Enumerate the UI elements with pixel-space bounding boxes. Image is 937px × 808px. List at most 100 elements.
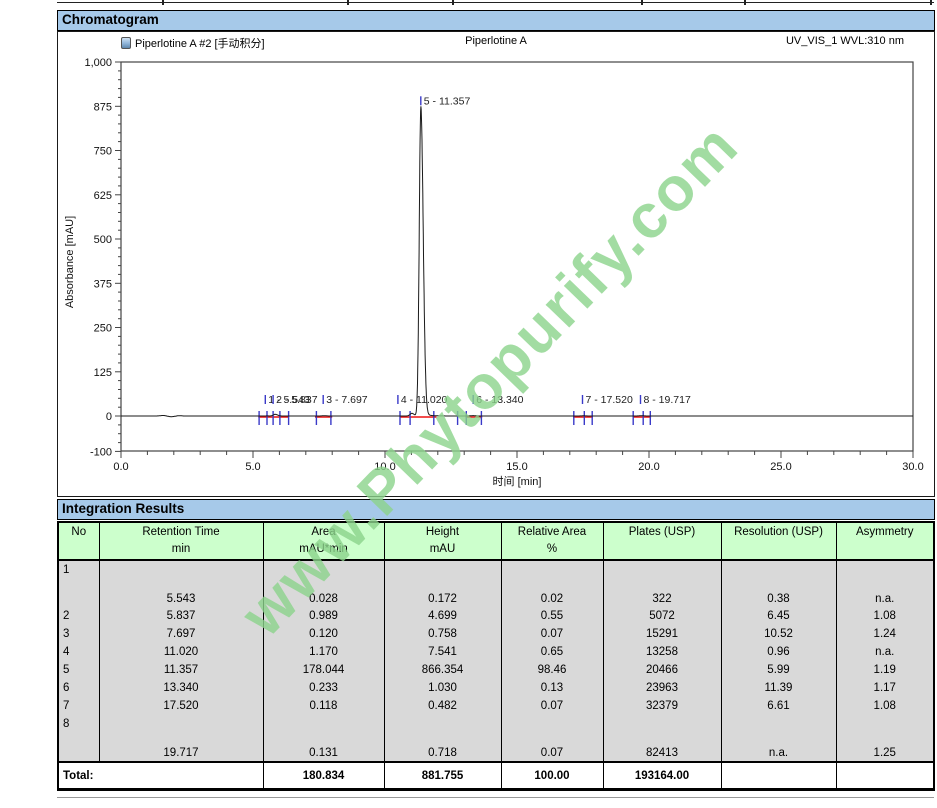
table-row: 37.6970.1200.7580.071529110.521.24 [58, 625, 934, 643]
value-cell: 0.07 [501, 625, 603, 643]
value-cell: 0.172 [384, 560, 501, 607]
total-height: 881.755 [384, 762, 501, 790]
value-cell: n.a. [836, 643, 934, 661]
value-cell: 7.697 [99, 625, 263, 643]
column-unit [59, 543, 99, 557]
column-unit: min [100, 543, 263, 557]
peak-number-cell: 7 [58, 697, 99, 715]
svg-text:250: 250 [94, 323, 112, 335]
sample-name-label: Piperlotine A #2 [手动积分] [135, 35, 265, 51]
peak-number-cell: 4 [58, 643, 99, 661]
column-unit: mAU [385, 543, 501, 557]
value-cell: 23963 [603, 679, 721, 697]
svg-text:375: 375 [94, 278, 112, 290]
peak-number-cell: 6 [58, 679, 99, 697]
value-cell: 0.118 [263, 697, 384, 715]
table-row: 15.5430.0280.1720.023220.38n.a. [58, 560, 934, 607]
value-cell: n.a. [836, 560, 934, 607]
chart-title-row: Piperlotine A Piperlotine A #2 [手动积分] UV… [58, 35, 934, 53]
value-cell: 11.39 [721, 679, 836, 697]
column-unit: % [502, 543, 603, 557]
column-header: Retention Time min [99, 522, 263, 560]
total-relative-area: 100.00 [501, 762, 603, 790]
svg-text:750: 750 [94, 146, 112, 158]
value-cell: 0.55 [501, 607, 603, 625]
value-cell: 322 [603, 560, 721, 607]
column-name: Resolution (USP) [722, 526, 836, 538]
column-unit: mAU*min [264, 543, 384, 557]
chromatogram-section-title: Chromatogram [62, 12, 159, 27]
y-axis [115, 62, 121, 451]
value-cell: 866.354 [384, 661, 501, 679]
table-row: 411.0201.1707.5410.65132580.96n.a. [58, 643, 934, 661]
column-header: Resolution (USP) [721, 522, 836, 560]
value-cell: 0.028 [263, 560, 384, 607]
injection-vial-icon [121, 37, 131, 49]
page-top-tick [744, 0, 746, 5]
value-cell: 1.17 [836, 679, 934, 697]
total-asymmetry [836, 762, 934, 790]
table-row: 819.7170.1310.7180.0782413n.a.1.25 [58, 715, 934, 762]
total-label: Total: [58, 762, 263, 790]
value-cell: 5.837 [99, 607, 263, 625]
svg-text:5 - 11.357: 5 - 11.357 [424, 95, 471, 107]
value-cell: 13258 [603, 643, 721, 661]
page-top-tick [162, 0, 164, 5]
column-name: Retention Time [100, 526, 263, 538]
value-cell: 1.08 [836, 607, 934, 625]
value-cell: 7.541 [384, 643, 501, 661]
column-name: Relative Area [502, 526, 603, 538]
total-area: 180.834 [263, 762, 384, 790]
value-cell: 0.758 [384, 625, 501, 643]
value-cell: 1.19 [836, 661, 934, 679]
y-axis-title: Absorbance [mAU] [64, 216, 76, 308]
chromatogram-trace [121, 106, 913, 416]
value-cell: 0.482 [384, 697, 501, 715]
results-header-row: NoRetention TimeminAreamAU*minHeightmAUR… [58, 522, 934, 560]
x-axis [121, 451, 913, 458]
column-unit [604, 543, 721, 557]
page-top-tick [347, 0, 349, 5]
value-cell: 1.030 [384, 679, 501, 697]
column-header: Relative Area% [501, 522, 603, 560]
value-cell: 6.61 [721, 697, 836, 715]
value-cell: 1.24 [836, 625, 934, 643]
value-cell: 0.718 [384, 715, 501, 762]
y-tick-labels: -10001252503755006257508751,000 [84, 57, 112, 458]
chromatogram-plot: -10001252503755006257508751,0000.05.010.… [58, 54, 934, 501]
table-row: 717.5200.1180.4820.07323796.611.08 [58, 697, 934, 715]
peak-number-cell: 1 [58, 560, 99, 607]
column-name: Height [385, 526, 501, 538]
value-cell: 32379 [603, 697, 721, 715]
value-cell: 1.170 [263, 643, 384, 661]
column-unit [837, 543, 934, 557]
column-header: Plates (USP) [603, 522, 721, 560]
svg-text:0.0: 0.0 [113, 461, 128, 473]
table-row: 511.357178.044866.35498.46204665.991.19 [58, 661, 934, 679]
value-cell: 6.45 [721, 607, 836, 625]
value-cell: 5.99 [721, 661, 836, 679]
value-cell: 0.65 [501, 643, 603, 661]
total-resolution [721, 762, 836, 790]
peak-boundary-ticks [259, 411, 650, 425]
x-axis-title: 时间 [min] [493, 475, 542, 488]
value-cell: 0.131 [263, 715, 384, 762]
column-name: No [59, 526, 99, 538]
report-page: { "page": { "chromatogram_section_title"… [0, 0, 937, 808]
svg-text:625: 625 [94, 190, 112, 202]
svg-text:2 - 5.837: 2 - 5.837 [276, 394, 318, 406]
value-cell: 13.340 [99, 679, 263, 697]
peak-number-cell: 2 [58, 607, 99, 625]
value-cell: 0.07 [501, 715, 603, 762]
peak-number-cell: 5 [58, 661, 99, 679]
column-header: No [58, 522, 99, 560]
value-cell: 0.38 [721, 560, 836, 607]
svg-text:875: 875 [94, 101, 112, 113]
table-row: 613.3400.2331.0300.132396311.391.17 [58, 679, 934, 697]
value-cell: 11.357 [99, 661, 263, 679]
svg-text:15.0: 15.0 [506, 461, 527, 473]
value-cell: 1.08 [836, 697, 934, 715]
column-header: Height mAU [384, 522, 501, 560]
total-plates: 193164.00 [603, 762, 721, 790]
chromatogram-panel: Piperlotine A Piperlotine A #2 [手动积分] UV… [57, 31, 935, 497]
